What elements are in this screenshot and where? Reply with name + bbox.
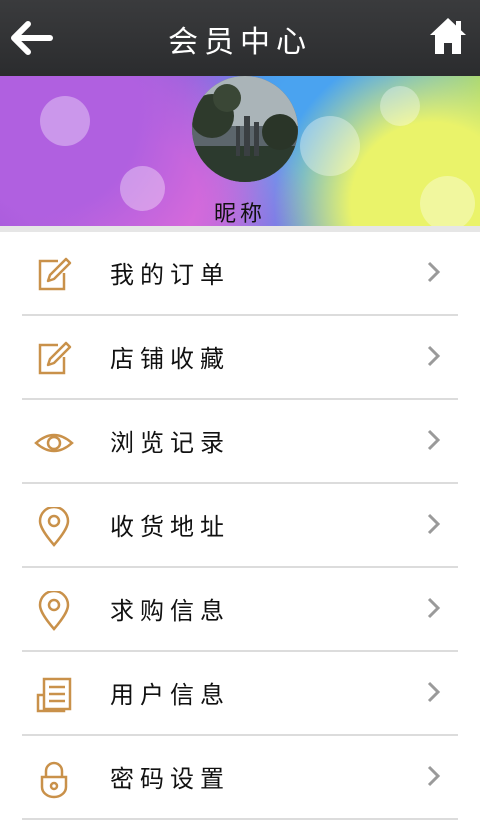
- menu-item-label: 收货地址: [110, 513, 230, 541]
- edit-icon: [38, 257, 72, 291]
- location-pin-icon: [38, 507, 70, 547]
- profile-banner: 昵称: [0, 76, 480, 226]
- menu-item-orders[interactable]: 我的订单: [22, 232, 458, 316]
- chevron-right-icon: [427, 429, 441, 451]
- menu-item-browse-history[interactable]: 浏览记录: [22, 400, 458, 484]
- page-title: 会员中心: [168, 25, 312, 60]
- home-icon[interactable]: [428, 16, 468, 56]
- avatar[interactable]: [192, 76, 298, 182]
- chevron-right-icon: [427, 513, 441, 535]
- menu-item-purchase-requests[interactable]: 求购信息: [22, 568, 458, 652]
- menu-item-label: 用户信息: [110, 681, 230, 709]
- avatar-photo: [192, 76, 298, 182]
- edit-icon: [38, 341, 72, 375]
- location-pin-icon: [38, 591, 70, 631]
- menu-item-shipping-address[interactable]: 收货地址: [22, 484, 458, 568]
- chevron-right-icon: [427, 345, 441, 367]
- menu-item-label: 密码设置: [110, 765, 230, 793]
- chevron-right-icon: [427, 765, 441, 787]
- eye-icon: [34, 433, 74, 453]
- chevron-right-icon: [427, 261, 441, 283]
- top-bar: 会员中心: [0, 0, 480, 76]
- document-icon: [36, 677, 72, 713]
- menu-list: 我的订单 店铺收藏 浏览记录 收货地址 求购信息 用户信息 密码设置: [0, 232, 480, 820]
- menu-item-label: 求购信息: [110, 597, 230, 625]
- menu-item-user-info[interactable]: 用户信息: [22, 652, 458, 736]
- menu-item-password-settings[interactable]: 密码设置: [22, 736, 458, 820]
- menu-item-label: 我的订单: [110, 261, 230, 289]
- menu-item-store-favorites[interactable]: 店铺收藏: [22, 316, 458, 400]
- menu-item-label: 店铺收藏: [110, 345, 230, 373]
- lock-icon: [40, 761, 68, 799]
- chevron-right-icon: [427, 597, 441, 619]
- chevron-right-icon: [427, 681, 441, 703]
- nickname-label[interactable]: 昵称: [0, 196, 480, 226]
- menu-item-label: 浏览记录: [110, 429, 230, 457]
